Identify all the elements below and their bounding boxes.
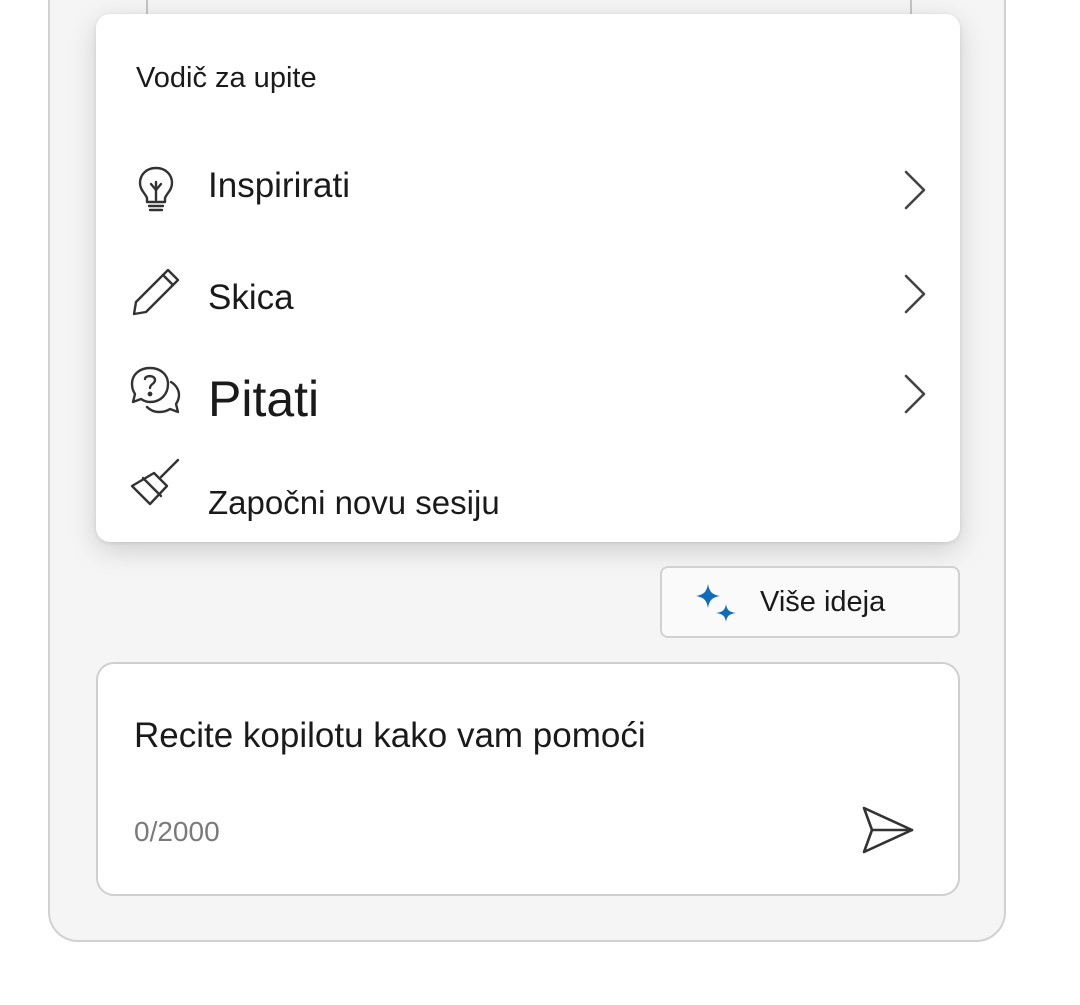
menu-title: Vodič za upite — [136, 62, 317, 94]
broom-icon — [130, 458, 180, 506]
menu-item-draft[interactable]: Skica — [96, 252, 960, 342]
sparkle-icon — [696, 584, 736, 622]
menu-item-inspire[interactable]: Inspirirati — [96, 148, 960, 238]
chevron-right-icon — [904, 274, 926, 314]
more-ideas-button[interactable]: Više ideja — [660, 566, 960, 638]
prompt-guide-menu: Vodič za upite Inspirirati Skica Pitati … — [96, 14, 960, 542]
menu-item-new-session[interactable]: Započni novu sesiju — [96, 456, 960, 546]
question-chat-icon — [130, 366, 181, 414]
composer-input[interactable]: Recite kopilotu kako vam pomoći — [134, 716, 646, 756]
more-ideas-label: Više ideja — [760, 586, 886, 618]
chevron-right-icon — [904, 170, 926, 210]
copilot-stage: Vodič za upite Inspirirati Skica Pitati … — [0, 0, 1080, 1005]
lightbulb-icon — [138, 166, 174, 212]
menu-item-label: Inspirirati — [208, 166, 350, 205]
character-counter: 0/2000 — [134, 816, 220, 847]
menu-item-ask[interactable]: Pitati — [96, 352, 960, 442]
send-icon[interactable] — [858, 800, 918, 860]
chevron-right-icon — [904, 374, 926, 414]
menu-item-label: Skica — [208, 278, 294, 317]
menu-item-label: Započni novu sesiju — [208, 484, 500, 521]
chat-composer[interactable]: Recite kopilotu kako vam pomoći 0/2000 — [96, 662, 960, 896]
menu-item-label: Pitati — [208, 371, 320, 427]
pencil-icon — [132, 268, 180, 316]
